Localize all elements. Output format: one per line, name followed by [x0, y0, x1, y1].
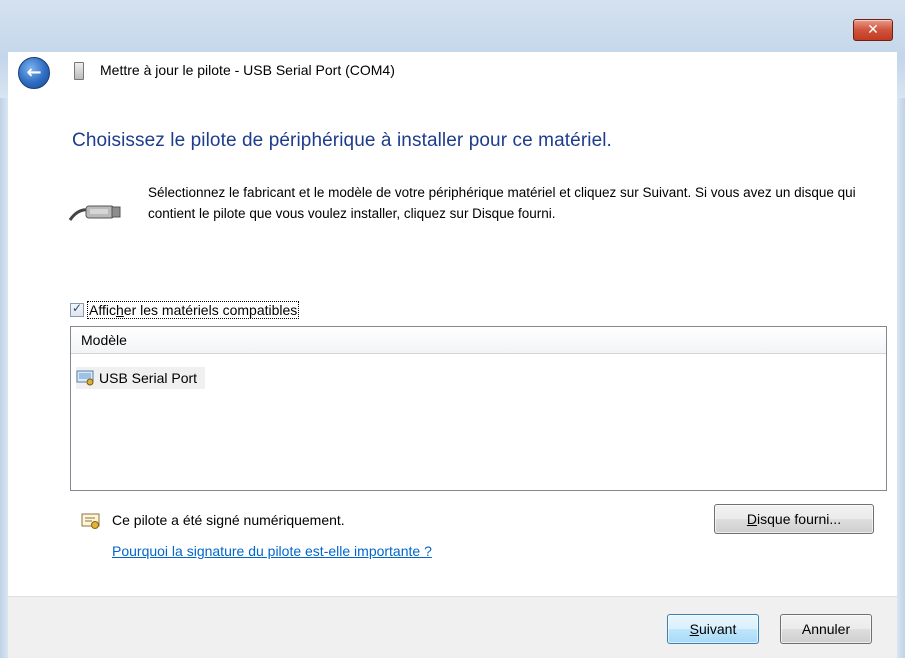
window-title: Mettre à jour le pilote - USB Serial Por… [100, 62, 395, 78]
page-heading: Choisissez le pilote de périphérique à i… [72, 130, 612, 151]
update-driver-window: ✕ ← Mettre à jour le pilote - USB Serial… [0, 0, 905, 658]
signature-info-link[interactable]: Pourquoi la signature du pilote est-elle… [112, 543, 432, 559]
usb-device-icon [74, 62, 84, 80]
checkmark-icon: ✓ [72, 301, 83, 315]
back-arrow-icon: ← [26, 62, 42, 83]
instructions-text: Sélectionnez le fabricant et le modèle d… [148, 185, 856, 221]
close-button[interactable]: ✕ [853, 19, 893, 41]
wizard-content: Choisissez le pilote de périphérique à i… [8, 98, 897, 596]
show-compatible-label[interactable]: Afficher les matériels compatibles [87, 301, 300, 319]
show-compatible-row[interactable]: ✓ Afficher les matériels compatibles [70, 300, 300, 320]
navigation-bar: ← Mettre à jour le pilote - USB Serial P… [8, 52, 897, 98]
driver-icon [76, 370, 94, 386]
window-frame-left [0, 98, 8, 658]
list-item-label: USB Serial Port [99, 370, 198, 386]
certificate-icon [81, 513, 100, 529]
serial-cable-icon [68, 205, 121, 221]
list-item[interactable]: USB Serial Port [76, 367, 206, 389]
model-listbox[interactable]: Modèle USB Serial Port [70, 326, 887, 491]
window-frame-right [897, 98, 905, 658]
show-compatible-checkbox[interactable]: ✓ [70, 301, 84, 317]
cancel-button[interactable]: Annuler [780, 614, 872, 644]
back-button[interactable]: ← [18, 57, 50, 89]
wizard-footer: Suivant Annuler [8, 596, 897, 658]
close-icon: ✕ [867, 22, 879, 38]
column-header-model[interactable]: Modèle [71, 327, 886, 354]
have-disk-button[interactable]: Disque fourni... [714, 504, 874, 534]
next-button[interactable]: Suivant [667, 614, 759, 644]
signed-status-text: Ce pilote a été signé numériquement. [112, 512, 345, 528]
